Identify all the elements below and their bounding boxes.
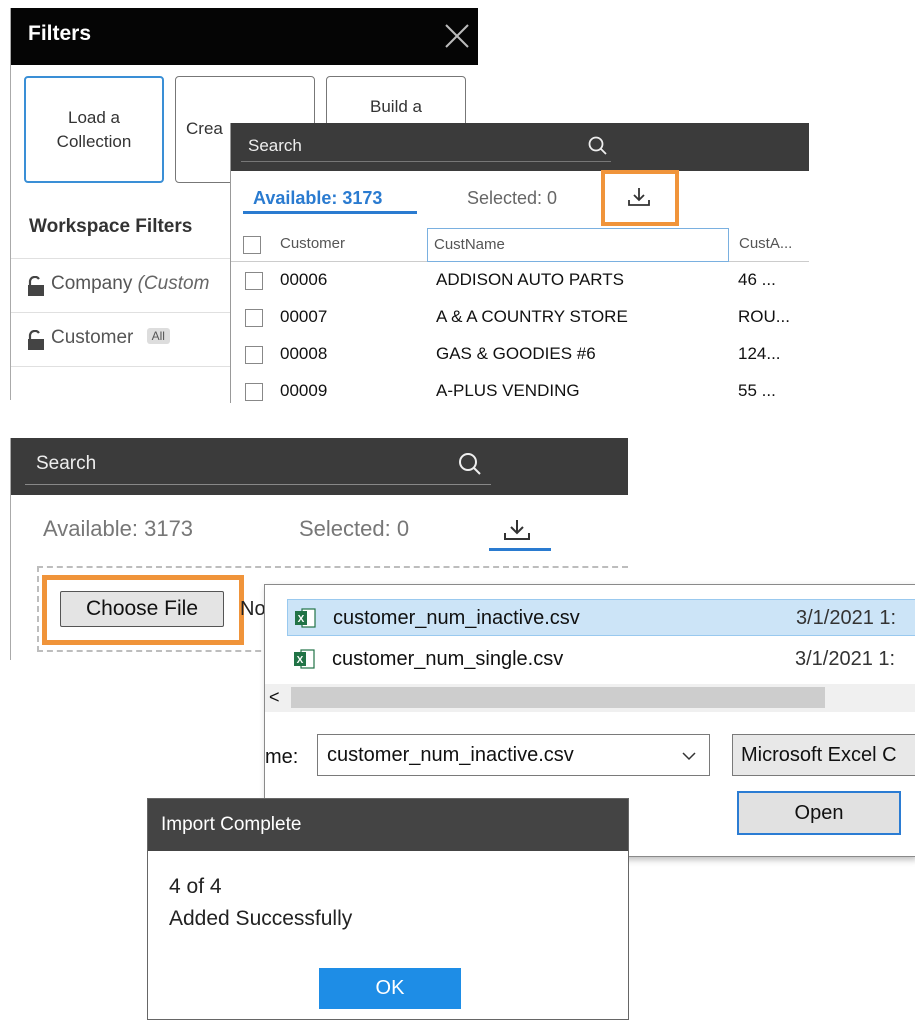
customer-name: A & A COUNTRY STORE	[436, 307, 628, 326]
customer-name: ADDISON AUTO PARTS	[436, 270, 624, 289]
customer-address: 55 ...	[738, 381, 776, 400]
chevron-down-icon[interactable]	[682, 751, 696, 761]
customer-id: 00007	[280, 307, 328, 326]
customer-id: 00008	[280, 344, 328, 363]
search-icon[interactable]	[587, 135, 609, 157]
active-tab-indicator	[489, 548, 551, 551]
workspace-filters-heading: Workspace Filters	[29, 216, 193, 237]
import-icon[interactable]	[626, 186, 652, 208]
tab-selected[interactable]: Selected: 0	[467, 188, 557, 209]
column-header-customer[interactable]: Customer	[280, 235, 345, 252]
customer-filter-label: Customer	[51, 327, 134, 348]
file-name-label: me:	[265, 746, 299, 768]
search-underline	[241, 161, 611, 162]
load-collection-tile[interactable]: Load a Collection	[24, 76, 164, 183]
file-list-item[interactable]: X customer_num_single.csv 3/1/2021 1:	[287, 641, 915, 678]
search-underline	[25, 484, 491, 485]
file-name: customer_num_single.csv	[332, 648, 564, 670]
customer-address: 124...	[738, 344, 781, 363]
row-checkbox[interactable]	[245, 383, 263, 401]
svg-text:X: X	[297, 655, 304, 666]
lock-icon	[28, 276, 44, 296]
dialog-title: Import Complete	[161, 814, 302, 835]
svg-text:X: X	[298, 614, 305, 625]
row-checkbox[interactable]	[245, 346, 263, 364]
workspace-filter-empty-row	[11, 366, 251, 400]
choose-file-highlight: Choose File	[42, 575, 244, 645]
search-input[interactable]: Search	[248, 136, 302, 156]
file-list-item[interactable]: X customer_num_inactive.csv 3/1/2021 1:	[287, 599, 915, 636]
customer-name: A-PLUS VENDING	[436, 381, 580, 400]
company-filter-label: Company	[51, 273, 133, 294]
company-filter-suffix: (Custom	[137, 273, 210, 294]
ok-button[interactable]: OK	[319, 968, 461, 1009]
scroll-left-arrow[interactable]: <	[269, 687, 280, 708]
no-file-chosen-text: No	[240, 598, 266, 620]
row-checkbox[interactable]	[245, 309, 263, 327]
import-complete-dialog: Import Complete 4 of 4 Added Successfull…	[147, 798, 629, 1020]
customer-id: 00009	[280, 381, 328, 400]
search-icon[interactable]	[457, 451, 483, 477]
tab-selected[interactable]: Selected: 0	[299, 516, 409, 542]
import-message: Added Successfully	[169, 907, 353, 930]
open-button[interactable]: Open	[737, 791, 901, 835]
import-tab-highlight[interactable]	[601, 170, 679, 226]
search-input[interactable]: Search	[36, 453, 96, 475]
customer-address: 46 ...	[738, 270, 776, 289]
search-bar[interactable]: Search	[11, 438, 628, 495]
file-name-input[interactable]: customer_num_inactive.csv	[317, 734, 710, 776]
row-checkbox[interactable]	[245, 272, 263, 290]
select-all-checkbox[interactable]	[243, 236, 261, 254]
tab-available[interactable]: Available: 3173	[43, 516, 193, 542]
column-header-custname[interactable]: CustName	[427, 228, 729, 262]
customer-id: 00006	[280, 270, 328, 289]
lock-icon	[28, 330, 44, 350]
table-row[interactable]: 00006 ADDISON AUTO PARTS 46 ...	[231, 262, 809, 299]
file-date: 3/1/2021 1:	[796, 607, 897, 629]
filters-header: Filters	[11, 8, 478, 65]
import-count: 4 of 4	[169, 875, 222, 898]
file-type-value: Microsoft Excel C	[741, 744, 897, 766]
create-filter-label: Crea	[186, 119, 223, 138]
excel-file-icon: X	[294, 649, 315, 669]
dialog-title-bar: Import Complete	[148, 799, 628, 851]
horizontal-scrollbar[interactable]: <	[265, 684, 915, 712]
customer-name: GAS & GOODIES #6	[436, 344, 596, 363]
grid-header: Customer CustName CustA...	[231, 226, 809, 262]
table-row[interactable]: 00007 A & A COUNTRY STORE ROU...	[231, 299, 809, 336]
choose-file-button[interactable]: Choose File	[60, 591, 224, 627]
table-row[interactable]: 00008 GAS & GOODIES #6 124...	[231, 336, 809, 373]
tab-available[interactable]: Available: 3173	[253, 188, 382, 209]
file-name-value: customer_num_inactive.csv	[327, 744, 574, 766]
column-header-custaddress[interactable]: CustA...	[739, 235, 792, 252]
import-icon[interactable]	[502, 518, 532, 542]
file-type-select[interactable]: Microsoft Excel C	[732, 734, 915, 776]
table-row[interactable]: 00009 A-PLUS VENDING 55 ...	[231, 373, 809, 403]
load-collection-label: Load a Collection	[56, 108, 132, 151]
file-name: customer_num_inactive.csv	[333, 607, 580, 629]
file-date: 3/1/2021 1:	[795, 648, 896, 670]
scrollbar-thumb[interactable]	[291, 687, 825, 708]
customer-list-popup: Search Available: 3173 Selected: 0 Custo…	[230, 123, 809, 403]
workspace-filter-company[interactable]: Company (Custom	[11, 258, 251, 312]
search-bar[interactable]: Search	[231, 123, 809, 171]
filters-title: Filters	[28, 22, 92, 45]
customer-address: ROU...	[738, 307, 790, 326]
all-badge: All	[146, 328, 170, 344]
active-tab-indicator	[243, 211, 417, 214]
excel-file-icon: X	[295, 608, 316, 628]
workspace-filter-customer[interactable]: Customer All	[11, 312, 251, 366]
close-icon[interactable]	[443, 22, 471, 50]
